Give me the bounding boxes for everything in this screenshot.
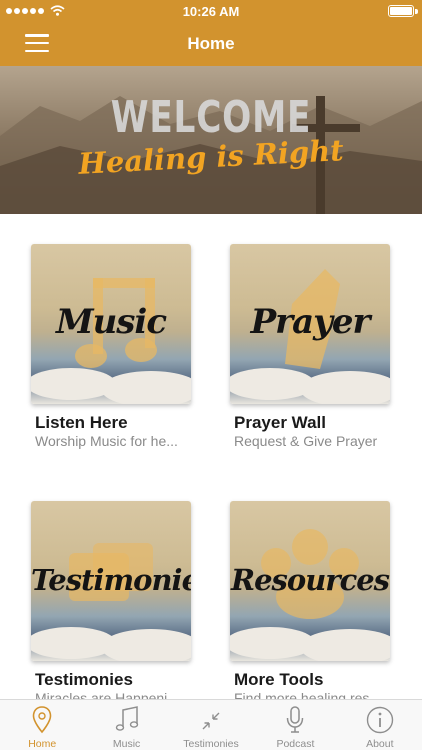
tab-home[interactable]: Home [0, 700, 84, 750]
resources-card-title: More Tools [234, 670, 324, 689]
music-tile-label: Music [55, 302, 167, 342]
resources-tile-label: Resources [230, 563, 390, 597]
tab-music-label: Music [112, 738, 141, 750]
tab-music[interactable]: Music [84, 700, 168, 750]
tab-podcast[interactable]: Podcast [253, 700, 337, 750]
status-time: 10:26 AM [182, 4, 240, 19]
music-card-subtitle: Worship Music for he... [35, 433, 178, 449]
tab-about-label: About [366, 738, 394, 750]
battery-icon [388, 5, 418, 17]
prayer-card-subtitle: Request & Give Prayer [234, 433, 378, 449]
music-card-title: Listen Here [35, 413, 128, 432]
welcome-banner: WELCOME Healing is Right [0, 66, 422, 214]
page-title: Home [187, 34, 235, 53]
prayer-tile-image: Prayer [230, 244, 390, 404]
music-tile-image: Music [31, 244, 191, 404]
tab-testimonies-label: Testimonies [183, 738, 239, 750]
tab-home-label: Home [28, 738, 57, 750]
bottom-tab-bar: Home Music Testimonies Podcast About [0, 699, 422, 750]
microphone-icon [287, 706, 304, 733]
info-icon [366, 706, 394, 734]
prayer-tile-label: Prayer [250, 302, 371, 342]
prayer-card-title: Prayer Wall [234, 413, 326, 432]
tab-about[interactable]: About [338, 700, 422, 750]
location-pin-icon [32, 706, 52, 734]
tab-testimonies[interactable]: Testimonies [169, 700, 253, 750]
status-bar: 10:26 AM [0, 0, 422, 22]
compress-arrows-icon [202, 712, 220, 730]
top-navigation-bar: 10:26 AM Home [0, 0, 422, 66]
resources-tile-image: Resources [230, 501, 390, 661]
testimonies-tile-image: Testimonies [31, 501, 191, 661]
testimonies-tile-label: Testimonies [31, 563, 191, 597]
tab-podcast-label: Podcast [276, 738, 315, 750]
testimonies-card-title: Testimonies [35, 670, 133, 689]
music-note-icon [115, 706, 138, 731]
